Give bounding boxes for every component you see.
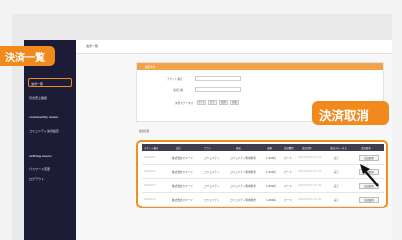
cell-ticket: 0000004 [144, 198, 156, 201]
cell-product: コミュニティ利用料金 [230, 171, 256, 174]
search-panel-title: 検索条件 [145, 66, 156, 69]
status-option-all[interactable]: すべて [197, 100, 206, 105]
sidebar-heading-setting: setting menu [29, 154, 52, 158]
column-header: 決済日時 [302, 147, 312, 150]
table-row: 0000001 株式会社スキージ コミュニティ コミュニティ利用料金 1,000… [142, 152, 384, 165]
cell-company: 株式会社スキージ [172, 157, 193, 160]
results-table: チケット番号 会社 プラン 商品 金額 決済種別 決済日時 決済ステータス 決済… [136, 140, 388, 208]
cell-plan: コミュニティ [204, 157, 220, 160]
cell-amount: 1,000円 [266, 157, 277, 160]
payment-date-label: 決済日時 [173, 89, 184, 92]
cell-date: 2020/06/10 10:00 [298, 170, 322, 173]
callout-label: 決済取消 [319, 108, 370, 123]
cell-type: カード [284, 171, 292, 174]
cell-company: 株式会社スキージ [172, 171, 193, 174]
cell-type: カード [284, 185, 292, 188]
cell-ticket: 0000003 [144, 184, 156, 187]
cell-company: 株式会社スキージ [172, 199, 193, 202]
cell-status: 完了 [334, 185, 340, 188]
cancel-payment-button[interactable]: 決済取消 [359, 197, 379, 203]
column-header: 決済種別 [284, 147, 294, 150]
column-header: 会社 [176, 147, 181, 150]
table-row: 0000002 株式会社スキージ コミュニティ コミュニティ利用料金 1,000… [142, 166, 384, 179]
callout-payment-cancel: 決済取消 [312, 101, 389, 125]
cell-company: 株式会社スキージ [172, 185, 193, 188]
sidebar-item-label: 月次売上確認 [29, 96, 48, 100]
callout-label: 決済一覧 [5, 53, 45, 64]
search-panel-header: 検索条件 [137, 63, 383, 70]
sidebar-item-monthly-sales[interactable]: 月次売上確認 [29, 96, 47, 100]
table-row: 0000004 株式会社スキージ コミュニティ コミュニティ利用料金 1,000… [142, 194, 384, 207]
cell-ticket: 0000002 [144, 170, 156, 173]
status-option-failed[interactable]: 失敗 [230, 100, 239, 105]
sidebar-item-label: 決済一覧 [31, 82, 44, 86]
cell-status: 完了 [334, 199, 340, 202]
arrow-pointer-icon [360, 164, 379, 187]
column-header: プラン [204, 147, 212, 150]
sidebar-item-community-settings[interactable]: コミュニティ決済設定 [29, 129, 59, 133]
top-bar: 決済一覧 [76, 40, 392, 54]
cell-amount: 1,000円 [266, 185, 277, 188]
cell-date: 2020/06/10 10:00 [298, 156, 322, 159]
table-row: 0000003 株式会社スキージ コミュニティ コミュニティ利用料金 1,000… [142, 180, 384, 193]
payment-date-input[interactable] [195, 87, 241, 92]
screenshot-canvas: 決済一覧 月次売上確認 community menu コミュニティ決済設定 se… [0, 0, 402, 240]
column-header: 商品 [236, 147, 241, 150]
sidebar-item-payment-list[interactable]: 決済一覧 [28, 78, 72, 87]
status-label: 決済ステータス [175, 102, 194, 105]
column-header: 金額 [267, 147, 272, 150]
cell-date: 2020/06/10 10:00 [298, 198, 322, 201]
results-label: 検索結果 [139, 130, 150, 133]
status-option-cancelled[interactable]: 取消 [219, 100, 228, 105]
cell-product: コミュニティ利用料金 [230, 199, 256, 202]
cell-ticket: 0000001 [144, 156, 156, 159]
cell-product: コミュニティ利用料金 [230, 185, 256, 188]
cell-status: 完了 [334, 171, 340, 174]
cell-type: カード [284, 157, 292, 160]
sidebar-item-label: ログアウト [29, 177, 45, 181]
cell-product: コミュニティ利用料金 [230, 157, 256, 160]
cell-status: 完了 [334, 157, 340, 160]
status-option-complete[interactable]: 完了 [208, 100, 217, 105]
callout-payment-list: 決済一覧 [0, 46, 55, 66]
sidebar: 決済一覧 月次売上確認 community menu コミュニティ決済設定 se… [24, 40, 76, 240]
cell-amount: 1,000円 [266, 199, 277, 202]
cell-plan: コミュニティ [204, 185, 220, 188]
sidebar-item-label: パスワード変更 [29, 167, 51, 171]
column-header: 決済取消 [361, 147, 371, 150]
table-header: チケット番号 会社 プラン 商品 金額 決済種別 決済日時 決済ステータス 決済… [142, 144, 384, 151]
sidebar-item-label: コミュニティ決済設定 [29, 129, 59, 133]
cell-type: カード [284, 199, 292, 202]
sidebar-heading-community: community menu [29, 115, 59, 119]
cell-plan: コミュニティ [204, 171, 220, 174]
column-header: 決済ステータス [330, 147, 347, 150]
cell-plan: コミュニティ [204, 199, 220, 202]
ticket-number-input[interactable] [195, 76, 241, 81]
sidebar-item-logout[interactable]: ログアウト [29, 177, 44, 181]
page-title: 決済一覧 [86, 44, 99, 48]
ticket-number-label: チケット番号 [167, 78, 183, 81]
sidebar-item-password-change[interactable]: パスワード変更 [29, 167, 50, 171]
cell-amount: 1,000円 [266, 171, 277, 174]
cell-date: 2020/06/10 10:00 [298, 184, 322, 187]
column-header: チケット番号 [144, 147, 159, 150]
